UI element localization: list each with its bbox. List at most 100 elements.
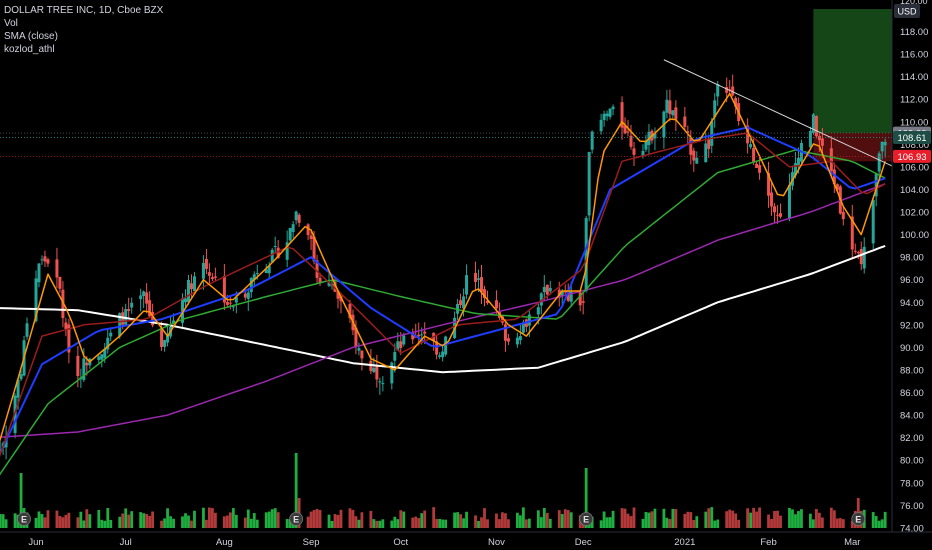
volume-bar <box>333 514 337 528</box>
volume-bar <box>749 512 753 528</box>
volume-bar <box>671 508 675 528</box>
candle-body <box>692 150 696 161</box>
candle-body <box>213 276 217 278</box>
volume-bar <box>211 508 214 528</box>
time-axis-label: Nov <box>488 537 505 548</box>
volume-bar <box>414 516 418 528</box>
time-axis-label: Oct <box>393 537 408 548</box>
volume-bar <box>483 508 486 528</box>
volume-bar <box>172 518 175 528</box>
volume-bar <box>309 511 313 528</box>
candle-body <box>297 214 301 223</box>
price-axis-tick-label: 80.00 <box>900 456 924 467</box>
volume-bar <box>791 509 794 528</box>
price-axis[interactable]: 120.0074.0076.0078.0080.0082.0084.0086.0… <box>891 0 932 550</box>
volume-bar <box>234 514 238 528</box>
candle-body <box>710 121 714 146</box>
candle-body <box>859 249 863 265</box>
candle-body <box>40 259 44 261</box>
volume-bar <box>647 512 651 528</box>
candle-body <box>465 275 469 295</box>
volume-bar <box>103 520 107 528</box>
time-axis-label: 2021 <box>674 537 695 548</box>
volume-bar <box>880 519 884 528</box>
sma-indicator-label[interactable]: SMA (close) <box>4 30 163 43</box>
volume-bar <box>441 519 445 528</box>
volume-bar <box>800 509 803 528</box>
volume-bar <box>228 512 232 528</box>
volume-bar <box>43 517 47 528</box>
volume-bar <box>626 513 630 528</box>
volume-bar <box>327 514 331 528</box>
candle-body <box>829 148 833 172</box>
price-axis-tick-label: 104.00 <box>900 185 929 196</box>
candle-body <box>602 113 606 120</box>
candle-body <box>474 272 478 282</box>
price-axis-tick-label: 102.00 <box>900 208 929 219</box>
candle-body <box>779 213 783 217</box>
candle-body <box>817 135 821 141</box>
candle-body <box>225 301 229 305</box>
volume-bar <box>169 516 172 528</box>
volume-bar <box>477 520 480 528</box>
candle-body <box>163 340 167 347</box>
volume-bar <box>874 516 878 528</box>
volume-bar <box>620 508 624 528</box>
volume-bar <box>674 509 678 528</box>
volume-bar <box>569 512 573 528</box>
candle-body <box>228 302 232 304</box>
candle-body <box>85 362 89 366</box>
script-indicator-label[interactable]: kozlod_athl <box>4 43 163 56</box>
volume-bar <box>435 518 439 528</box>
candle-body <box>590 131 594 150</box>
candle-body <box>599 119 603 132</box>
time-axis-label: Sep <box>303 537 320 548</box>
volume-bar <box>797 511 800 528</box>
candle-body <box>820 138 824 146</box>
volume-bar <box>285 518 289 528</box>
candle-body <box>288 227 292 241</box>
volume-bar <box>88 514 92 528</box>
volume-bar <box>357 519 361 528</box>
volume-bar <box>641 518 645 528</box>
candle-body <box>46 259 50 264</box>
price-axis-tick-label: 100.00 <box>900 230 929 241</box>
price-chart[interactable]: EEEE 120.0074.0076.0078.0080.0082.0084.0… <box>0 0 932 550</box>
symbol-title[interactable]: DOLLAR TREE INC, 1D, Cboe BZX <box>4 4 163 17</box>
candle-body <box>883 141 887 146</box>
volume-bar <box>249 518 253 528</box>
currency-label: USD <box>897 7 917 17</box>
chart-background <box>0 0 932 550</box>
candle-body <box>55 259 59 278</box>
candle-body <box>201 262 205 279</box>
candle-body <box>536 307 540 315</box>
time-axis-label: Aug <box>216 537 233 548</box>
candle-body <box>626 131 630 133</box>
volume-bar <box>608 517 612 528</box>
volume-bar <box>518 515 522 528</box>
price-axis-tick-label: 96.00 <box>900 275 924 286</box>
volume-indicator-label[interactable]: Vol <box>4 17 163 30</box>
candle-body <box>291 224 295 232</box>
volume-bar <box>336 514 340 528</box>
candle-body <box>755 163 759 168</box>
candle-body <box>752 148 756 162</box>
candle-body <box>605 113 609 117</box>
volume-bar <box>838 518 842 528</box>
price-axis-tick-label: 74.00 <box>900 523 924 534</box>
candle-body <box>189 283 193 289</box>
volume-bar <box>829 507 833 528</box>
earnings-marker-label: E <box>583 515 589 525</box>
volume-bar <box>34 517 38 528</box>
volume-bar <box>100 519 104 528</box>
volume-bar <box>142 513 146 528</box>
candle-body <box>665 99 669 113</box>
volume-bar <box>527 518 531 528</box>
candle-body <box>459 300 463 306</box>
earnings-marker-label: E <box>21 515 27 525</box>
volume-bar <box>731 510 735 528</box>
candle-body <box>542 287 546 293</box>
volume-bar <box>369 510 373 528</box>
candle-body <box>417 334 421 337</box>
volume-bar <box>683 513 687 528</box>
